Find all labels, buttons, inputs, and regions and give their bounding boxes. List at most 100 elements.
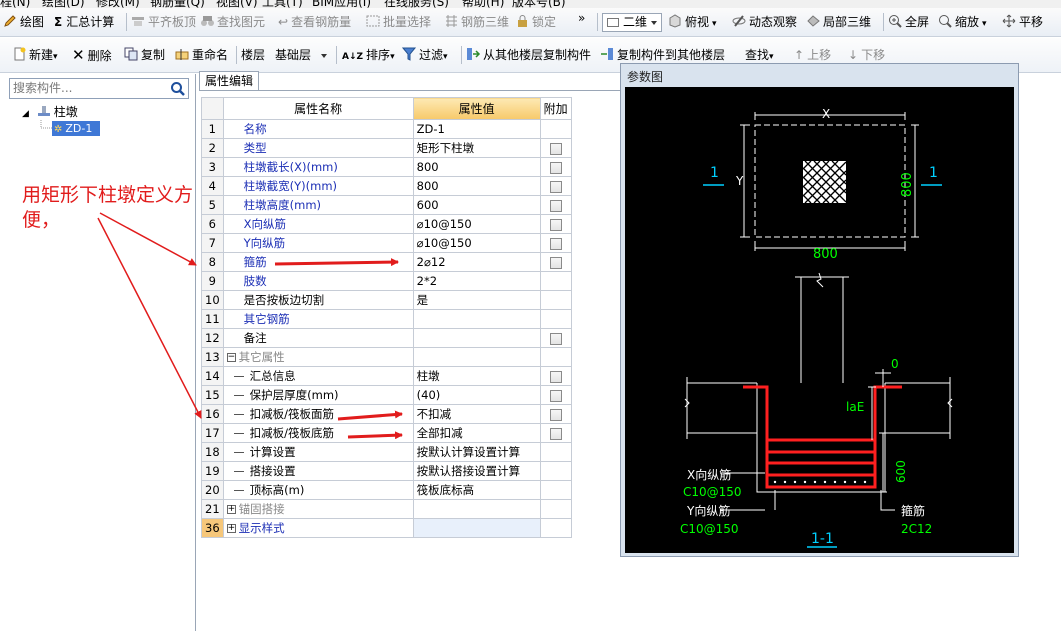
draw-button[interactable]: 绘图 <box>3 12 44 32</box>
extra-checkbox[interactable] <box>549 370 562 383</box>
search-icon[interactable] <box>170 81 186 97</box>
new-component-button[interactable]: 新建▾ <box>12 45 58 65</box>
table-row[interactable]: 4 柱墩截宽(Y)(mm) 800 <box>201 176 572 196</box>
rebar-3d-button[interactable]: 钢筋三维 <box>444 12 509 32</box>
extra-checkbox[interactable] <box>549 161 562 174</box>
copy-button[interactable]: 复制 <box>124 45 165 65</box>
property-value[interactable]: 按默认搭接设置计算 <box>412 461 541 481</box>
menu-item-view[interactable]: 视图(V) <box>216 0 258 8</box>
menu-item-help[interactable]: 帮助(H) <box>462 0 504 8</box>
dynamic-view-button[interactable]: 动态观察 <box>732 12 797 32</box>
property-value[interactable]: 是 <box>412 290 541 310</box>
menu-item-version[interactable]: 版本号(B) <box>512 0 566 8</box>
local-3d-button[interactable]: 局部三维 <box>806 12 871 32</box>
table-row[interactable]: 6 X向纵筋 ⌀10@150 <box>201 214 572 234</box>
lock-button[interactable]: 锁定 <box>515 12 556 32</box>
table-row[interactable]: 19 搭接设置 按默认搭接设置计算 <box>201 461 572 481</box>
table-row[interactable]: 16 扣减板/筏板面筋 不扣减 <box>201 404 572 424</box>
property-value[interactable]: 柱墩 <box>412 366 541 386</box>
property-value[interactable]: 不扣减 <box>412 404 541 424</box>
extra-checkbox[interactable] <box>549 427 562 440</box>
property-value[interactable]: 600 <box>412 195 541 215</box>
rename-button[interactable]: 重命名 <box>175 45 228 65</box>
expand-plus-icon[interactable]: + <box>226 524 236 533</box>
sort-button[interactable]: A↓Z 排序▾ <box>342 45 395 65</box>
table-row[interactable]: 7 Y向纵筋 ⌀10@150 <box>201 233 572 253</box>
tab-property-edit[interactable]: 属性编辑 <box>199 71 259 91</box>
property-value[interactable]: ⌀10@150 <box>412 233 541 253</box>
batch-select-button[interactable]: 批量选择 <box>366 12 431 32</box>
delete-button[interactable]: ✕ 删除 <box>72 45 112 65</box>
property-value[interactable]: 按默认计算设置计算 <box>412 442 541 462</box>
menu-item-draw[interactable]: 绘图(D) <box>42 0 85 8</box>
table-row[interactable]: 8 箍筋 2⌀12 <box>201 252 572 272</box>
extra-checkbox[interactable] <box>549 389 562 402</box>
extra-checkbox[interactable] <box>549 180 562 193</box>
filter-button[interactable]: 过滤▾ <box>402 45 448 65</box>
table-row[interactable]: 3 柱墩截长(X)(mm) 800 <box>201 157 572 177</box>
floor-select[interactable]: 基础层 <box>270 46 332 65</box>
extra-checkbox[interactable] <box>549 237 562 250</box>
table-row[interactable]: 9 肢数 2*2 <box>201 271 572 291</box>
property-value[interactable]: (40) <box>412 385 541 405</box>
tree-collapse-icon[interactable]: ◢ <box>22 109 29 119</box>
table-row[interactable]: 11 其它钢筋 <box>201 309 572 329</box>
menu-item-modify[interactable]: 修改(M) <box>96 0 140 8</box>
extra-checkbox[interactable] <box>549 218 562 231</box>
property-value[interactable]: 筏板底标高 <box>412 480 541 500</box>
pan-button[interactable]: 平移 <box>1002 12 1043 32</box>
property-value[interactable]: 800 <box>412 176 541 196</box>
table-row[interactable]: 5 柱墩高度(mm) 600 <box>201 195 572 215</box>
property-value[interactable] <box>412 309 541 329</box>
find-element-button[interactable]: 查找图元 <box>200 12 265 32</box>
extra-checkbox[interactable] <box>549 408 562 421</box>
table-row-group[interactable]: 36 + 显示样式 <box>201 518 572 538</box>
expand-plus-icon[interactable]: + <box>226 505 236 514</box>
property-value[interactable] <box>412 328 541 348</box>
table-row[interactable]: 20 顶标高(m) 筏板底标高 <box>201 480 572 500</box>
table-row[interactable]: 17 扣减板/筏板底筋 全部扣减 <box>201 423 572 443</box>
property-value[interactable]: ZD-1 <box>412 119 541 139</box>
table-row[interactable]: 12 备注 <box>201 328 572 348</box>
fullscreen-button[interactable]: 全屏 <box>888 12 929 32</box>
tree-node-pier[interactable]: ◢ 柱墩 <box>22 104 78 120</box>
extra-checkbox[interactable] <box>549 256 562 269</box>
table-row-group[interactable]: 21 + 锚固搭接 <box>201 499 572 519</box>
menu-item-online[interactable]: 在线服务(S) <box>384 0 449 8</box>
copy-from-floor-button[interactable]: 从其他楼层复制构件 <box>466 45 591 65</box>
collapse-minus-icon[interactable]: − <box>226 353 236 362</box>
table-row[interactable]: 14 汇总信息 柱墩 <box>201 366 572 386</box>
toolbar-overflow-button[interactable]: » <box>578 8 585 28</box>
flat-top-button[interactable]: 平齐板顶 <box>131 12 196 32</box>
table-row[interactable]: 15 保护层厚度(mm) (40) <box>201 385 572 405</box>
move-down-button[interactable]: ↓ 下移 <box>848 45 885 65</box>
property-value[interactable]: 2⌀12 <box>412 252 541 272</box>
table-row-group[interactable]: 13 − 其它属性 <box>201 347 572 367</box>
component-search-input[interactable]: 搜索构件... <box>9 78 189 99</box>
menu-item-rebar-qty[interactable]: 钢筋量(Q) <box>150 0 205 8</box>
menu-item-bim[interactable]: BIM应用(I) <box>312 0 371 8</box>
property-value[interactable]: 2*2 <box>412 271 541 291</box>
top-view-button[interactable]: 俯视 ▾ <box>668 12 717 32</box>
table-row[interactable]: 18 计算设置 按默认计算设置计算 <box>201 442 572 462</box>
property-value[interactable]: 全部扣减 <box>412 423 541 443</box>
extra-checkbox[interactable] <box>549 332 562 345</box>
property-value[interactable]: ⌀10@150 <box>412 214 541 234</box>
sum-calc-button[interactable]: Σ 汇总计算 <box>54 12 114 32</box>
view-mode-select[interactable]: 二维 <box>602 13 662 32</box>
copy-to-floor-button[interactable]: 复制构件到其他楼层 <box>600 45 725 65</box>
table-row[interactable]: 2 类型 矩形下柱墩 <box>201 138 572 158</box>
property-value[interactable]: 矩形下柱墩 <box>412 138 541 158</box>
move-up-button[interactable]: ↑ 上移 <box>794 45 831 65</box>
table-row[interactable]: 10 是否按板边切割 是 <box>201 290 572 310</box>
property-value[interactable]: 800 <box>412 157 541 177</box>
menu-item-tools[interactable]: 工具(T) <box>262 0 303 8</box>
find-component-button[interactable]: 查找▾ <box>745 45 774 65</box>
view-rebar-qty-button[interactable]: ↩ 查看钢筋量 <box>278 12 351 32</box>
extra-checkbox[interactable] <box>549 142 562 155</box>
menu-item-project[interactable]: 程(N) <box>0 0 30 8</box>
zoom-button[interactable]: 缩放 ▾ <box>938 12 987 32</box>
extra-checkbox[interactable] <box>549 199 562 212</box>
tree-node-zd-1[interactable]: ✲ ZD-1 <box>52 121 100 136</box>
table-row[interactable]: 1 名称 ZD-1 <box>201 119 572 139</box>
